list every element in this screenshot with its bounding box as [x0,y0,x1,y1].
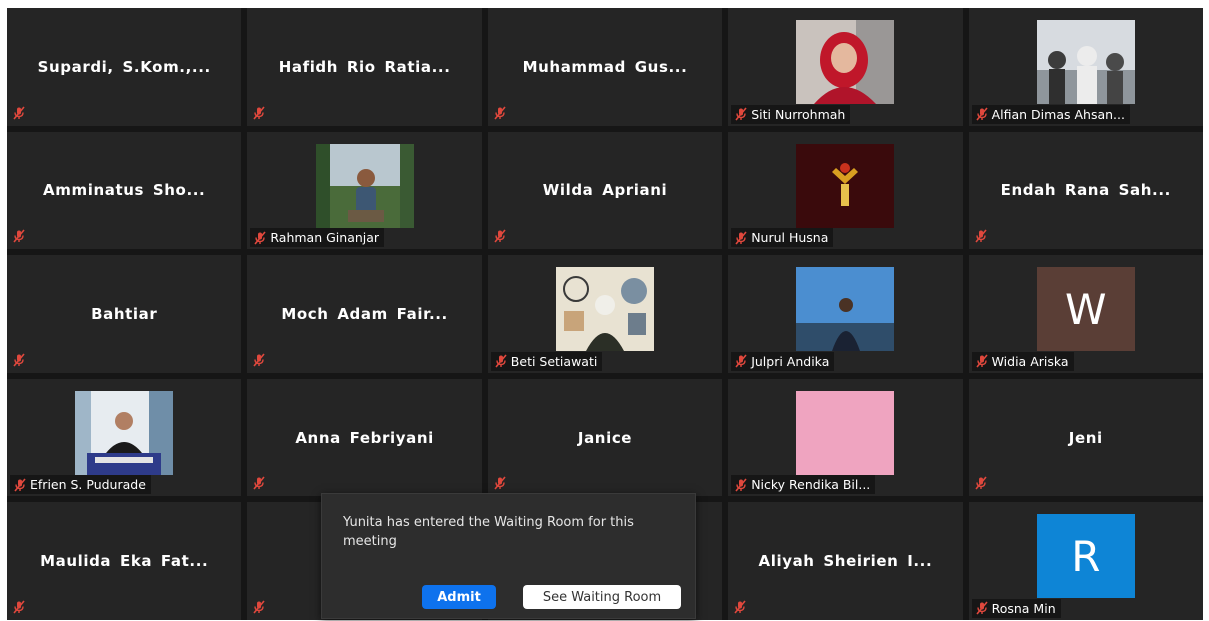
mic-muted-icon [252,353,266,367]
mic-muted-icon [494,354,508,368]
participant-display-name: Moch Adam Fair... [281,304,448,323]
participant-video-thumbnail [555,267,654,352]
participant-tile[interactable]: Nurul Husna [728,131,963,250]
participant-name-tag: Efrien S. Pudurade [10,475,151,495]
mic-muted-icon [975,601,989,615]
mic-muted-icon [493,476,507,490]
mic-muted-icon [12,353,26,367]
mic-muted-icon [13,478,27,492]
participant-tile[interactable]: R Rosna Min [968,502,1203,620]
participant-avatar: W [1036,267,1135,352]
participant-name-tag: Siti Nurrohmah [731,104,851,124]
participant-display-name: Wilda Apriani [542,181,668,200]
participant-tile[interactable]: Janice [487,378,723,497]
participant-tile[interactable]: Muhammad Gus... [487,8,723,126]
participant-name-label: Nicky Rendika Bil... [751,477,871,493]
mic-muted-icon [252,106,266,120]
participant-video-thumbnail [1036,20,1135,104]
mic-muted-icon [12,600,26,614]
mic-muted-icon [734,354,748,368]
participant-name-tag: Rahman Ginanjar [250,228,385,248]
participant-tile[interactable]: Moch Adam Fair... [247,255,482,373]
participant-name-label: Nurul Husna [751,230,829,246]
participant-name-label: Widia Ariska [991,353,1069,369]
participant-avatar: R [1036,514,1135,599]
participant-display-name: Jeni [1068,428,1103,447]
participant-video-thumbnail [796,20,895,104]
participant-tile[interactable]: Hafidh Rio Ratia... [247,8,482,126]
participant-tile[interactable]: Bahtiar [7,255,242,373]
see-waiting-room-button[interactable]: See Waiting Room [523,585,681,609]
participant-video-thumbnail [315,143,414,228]
participant-name-label: Rahman Ginanjar [270,230,380,246]
participant-name-label: Beti Setiawati [510,353,598,369]
participant-display-name: Muhammad Gus... [522,57,688,76]
participant-tile[interactable]: Jeni [968,378,1203,497]
participant-tile[interactable]: Alfian Dimas Ahsan... [968,8,1203,126]
participant-display-name: Anna Febriyani [295,428,434,447]
participant-video-thumbnail [796,267,895,352]
participant-name-tag: Julpri Andika [731,351,835,371]
participant-tile[interactable]: Maulida Eka Fat... [7,502,242,620]
mic-muted-icon [975,107,989,121]
participant-display-name: Aliyah Sheirien I... [758,552,933,571]
participant-tile[interactable]: Rahman Ginanjar [247,131,482,250]
participant-tile[interactable]: Julpri Andika [728,255,963,373]
avatar-initial: R [1071,531,1101,581]
mic-muted-icon [974,229,988,243]
participant-name-label: Siti Nurrohmah [751,106,846,122]
participant-tile[interactable]: Endah Rana Sah... [968,131,1203,250]
participant-tile[interactable]: Amminatus Sho... [7,131,242,250]
admit-button[interactable]: Admit [422,585,496,609]
avatar-initial: W [1065,284,1107,334]
participant-name-tag: Beti Setiawati [490,351,603,371]
participant-tile[interactable]: Siti Nurrohmah [728,8,963,126]
participant-tile[interactable]: Beti Setiawati [487,255,723,373]
participant-display-name: Bahtiar [91,304,158,323]
mic-muted-icon [12,229,26,243]
mic-muted-icon [974,476,988,490]
participant-name-tag: Nicky Rendika Bil... [731,475,876,495]
participant-name-tag: Nurul Husna [731,228,834,248]
participant-tile[interactable]: Efrien S. Pudurade [7,378,242,497]
mic-muted-icon [252,476,266,490]
participant-name-label: Rosna Min [991,600,1056,616]
mic-muted-icon [252,600,266,614]
waiting-room-notification: Yunita has entered the Waiting Room for … [321,493,696,619]
participant-name-tag: Alfian Dimas Ahsan... [971,104,1130,124]
mic-muted-icon [734,478,748,492]
mic-muted-icon [734,231,748,245]
mic-muted-icon [493,229,507,243]
participant-display-name: Endah Rana Sah... [1000,181,1171,200]
participant-tile[interactable]: W Widia Ariska [968,255,1203,373]
participant-tile[interactable]: Supardi, S.Kom.,... [7,8,242,126]
participant-video-thumbnail [796,143,895,228]
participant-name-label: Alfian Dimas Ahsan... [991,106,1125,122]
participant-tile[interactable]: Nicky Rendika Bil... [728,378,963,497]
mic-muted-icon [975,354,989,368]
mic-muted-icon [733,600,747,614]
participant-name-label: Efrien S. Pudurade [30,477,146,493]
waiting-room-message: Yunita has entered the Waiting Room for … [343,515,634,549]
participant-display-name: Janice [577,428,633,447]
participant-video-thumbnail [75,390,174,475]
participant-display-name: Amminatus Sho... [43,181,206,200]
mic-muted-icon [493,106,507,120]
mic-muted-icon [253,231,267,245]
participant-name-tag: Rosna Min [971,598,1061,618]
participant-display-name: Hafidh Rio Ratia... [278,57,451,76]
participant-name-tag: Widia Ariska [971,351,1074,371]
participant-tile[interactable]: Anna Febriyani [247,378,482,497]
participant-tile[interactable]: Aliyah Sheirien I... [728,502,963,620]
mic-muted-icon [734,107,748,121]
participant-display-name: Supardi, S.Kom.,... [37,57,211,76]
mic-muted-icon [12,106,26,120]
participant-name-label: Julpri Andika [751,353,830,369]
participant-video-thumbnail [796,390,895,475]
participant-tile[interactable]: Wilda Apriani [487,131,723,250]
participant-display-name: Maulida Eka Fat... [40,552,209,571]
